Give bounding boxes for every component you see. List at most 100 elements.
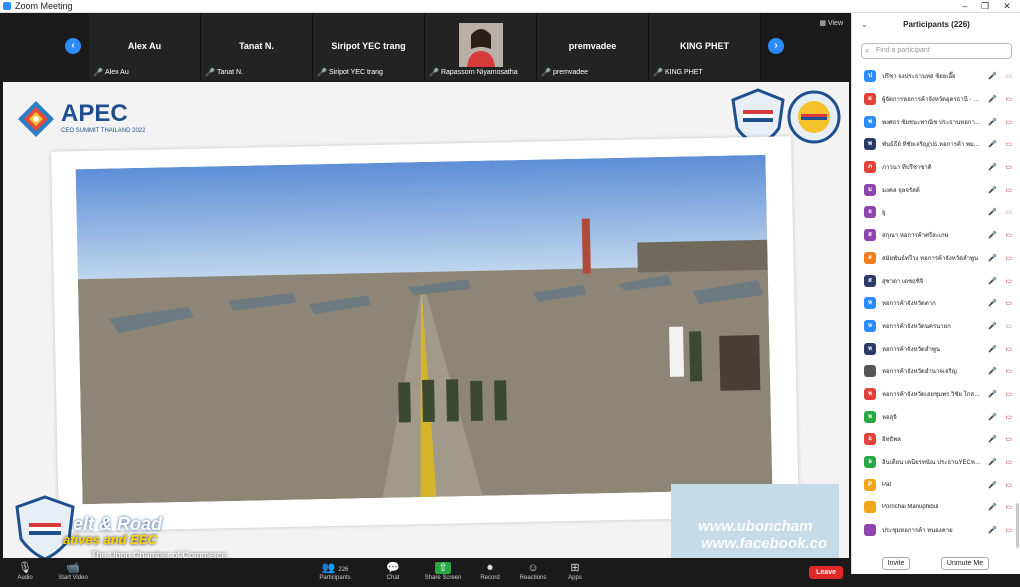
mic-muted-icon: 🎤 [988, 527, 997, 535]
participant-name: พันธ์ธีย์ ทิชัยเจริญ(ปธ.หอการค้า พม... [882, 142, 979, 149]
mic-muted-icon: 🎤 [988, 345, 997, 353]
tile-label-text: Alex Au [104, 69, 129, 76]
participant-name: สกุณา หอการค้าศรีสะเกษ [882, 233, 949, 240]
participant-row[interactable]: ป ปรีชา จงประธานหอ ช้อยเอี๊ย 🎤 ▭ [852, 65, 1020, 88]
apps-button[interactable]: ⊞ Apps [550, 561, 600, 581]
reactions-label: Reactions [519, 575, 547, 581]
unmute-me-button[interactable]: Unmute Me [941, 557, 989, 570]
video-tile[interactable]: 🎤 Rapassorn Niyamosatha [425, 13, 537, 80]
avatar: ผ [864, 93, 876, 106]
audio-button[interactable]: 🎙 Audio [0, 561, 50, 581]
participant-row[interactable]: พ พงศธร ชัยชนะพาณิช ประธานหอการ... 🎤 ▭ [852, 110, 1020, 133]
video-status-icon: ▭ [1005, 413, 1012, 421]
participant-name: หอการค้าจังหวัดเลยชุมพร วิชัย โกสมนิก [882, 391, 982, 398]
close-window-button[interactable]: ✕ [997, 0, 1017, 13]
participant-row[interactable]: ม มงคล จุลจรัสด์ 🎤 ▭ [852, 178, 1020, 201]
mic-muted-icon: 🎤 [205, 68, 215, 77]
video-status-icon: ▭ [1005, 254, 1012, 262]
video-tile[interactable]: Siripot YEC trang 🎤 Siripot YEC trang [313, 13, 425, 80]
mic-muted-icon: 🎤 [988, 481, 997, 489]
mic-muted-icon: 🎤 [988, 232, 997, 240]
video-status-icon: ▭ [1005, 141, 1012, 149]
participant-row[interactable]: ผ ผู้จัดการหอการค้าจังหวัดอุดรธานี - มิ..… [852, 88, 1020, 111]
mic-muted-icon: 🎤 [988, 277, 997, 285]
window-titlebar: Zoom Meeting – ❐ ✕ [0, 0, 1020, 13]
start-video-button[interactable]: 📹 Start Video [48, 561, 98, 581]
participant-search-input[interactable]: ⌕ Find a participant [861, 43, 1012, 59]
participant-row[interactable]: ส สกุณา หอการค้าศรีสะเกษ 🎤 ▭ [852, 224, 1020, 247]
tile-label: 🎤 Rapassorn Niyamosatha [429, 68, 518, 77]
facebook-watermark: www.facebook.co [701, 535, 828, 552]
apps-icon: ⊞ [570, 562, 580, 574]
participant-row[interactable]: พ พันธ์ธีย์ ทิชัยเจริญ(ปธ.หอการค้า พม... 🎤… [852, 133, 1020, 156]
participant-name: ประชุมหอการค้า หนองคาย [882, 528, 953, 535]
restore-button[interactable]: ❐ [975, 0, 995, 13]
tile-name: Alex Au [127, 41, 162, 51]
mic-muted-icon: 🎤 [653, 68, 663, 77]
avatar: ห [864, 319, 876, 332]
participant-row[interactable]: หอการค้าจังหวัดอำนาจเจริญ 🎤 ▭ [852, 360, 1020, 383]
mic-muted-icon: 🎤 [93, 68, 103, 77]
avatar: อ [864, 456, 876, 469]
participant-name: ผู้จัดการหอการค้าจังหวัดอุดรธานี - มิ... [882, 97, 982, 104]
strip-next-button[interactable]: › [768, 38, 784, 54]
avatar: ป [864, 70, 876, 83]
participant-row[interactable]: ส สุชาดา เดชฤชิจิ 🎤 ▭ [852, 269, 1020, 292]
tile-label: 🎤 premvadee [541, 68, 588, 77]
participant-name: Pat [882, 481, 892, 488]
search-icon: ⌕ [865, 46, 870, 55]
participant-row[interactable]: ประชุมหอการค้า หนองคาย 🎤 ▭ [852, 519, 1020, 542]
mic-muted-icon: 🎤 [988, 300, 997, 308]
participant-row[interactable]: ห หอสุจิ 🎤 ▭ [852, 405, 1020, 428]
video-tile[interactable]: premvadee 🎤 premvadee [537, 13, 649, 80]
window-title: Zoom Meeting [15, 1, 73, 11]
participant-row[interactable]: อ อินเตียน เคนียรทนัณ ประธานYECหอ... 🎤 ▭ [852, 451, 1020, 474]
participants-button[interactable]: 👥 226 Participants [310, 561, 360, 581]
mic-muted-icon: 🎤 [988, 209, 997, 217]
participant-row[interactable]: ห หอการค้าจังหวัดเลยชุมพร วิชัย โกสมนิก 🎤 ▭ [852, 383, 1020, 406]
participant-name: อินเตียน เคนียรทนัณ ประธานYECหอ... [882, 460, 982, 467]
video-status-icon: ▭ [1005, 164, 1012, 172]
tile-label-text: premvadee [552, 69, 588, 76]
share-screen-button[interactable]: ⇧ Share Screen [418, 561, 468, 581]
panel-footer: Invite Unmute Me [852, 554, 1020, 574]
view-button[interactable]: ▦ View [819, 19, 843, 27]
participant-row[interactable]: ห หอการค้าจังหวัดตาก 🎤 ▭ [852, 292, 1020, 315]
avatar [864, 501, 876, 514]
participant-row[interactable]: ส สมัยพันธ์ทวีวง หอการค้าจังหวัดลำพูน 🎤 ▭ [852, 247, 1020, 270]
camera-off-icon: 📹 [66, 562, 80, 574]
participant-row[interactable]: ห หอการค้าจังหวัดลำพูน 🎤 ▭ [852, 337, 1020, 360]
participant-row[interactable]: ภ ภาวนา ทีปรีชาชาติ 🎤 ▭ [852, 156, 1020, 179]
chat-button[interactable]: 💬 Chat [368, 561, 418, 581]
share-screen-icon: ⇧ [418, 561, 468, 575]
video-tile[interactable]: KING PHET 🎤 KING PHET [649, 13, 761, 80]
invite-button[interactable]: Invite [882, 557, 910, 570]
meeting-area: ‹ Alex Au 🎤 Alex Au Tanat N. 🎤 Tanat N. Si… [0, 13, 851, 587]
video-status-icon: ▭ [1005, 300, 1012, 308]
strip-prev-button[interactable]: ‹ [65, 38, 81, 54]
tile-label: 🎤 Alex Au [93, 68, 129, 77]
video-tile[interactable]: Alex Au 🎤 Alex Au [89, 13, 201, 80]
panel-scrollbar[interactable] [1016, 503, 1019, 548]
participant-video [459, 23, 503, 67]
start-video-label: Start Video [58, 575, 88, 581]
participant-row[interactable]: ห หอการค้าจังหวัดนครนายก 🎤 ▭ [852, 315, 1020, 338]
leave-button[interactable]: Leave [809, 566, 843, 579]
video-tile[interactable]: Tanat N. 🎤 Tanat N. [201, 13, 313, 80]
mic-muted-icon: 🎤 [317, 68, 327, 77]
participants-count: 226 [338, 567, 349, 573]
apec-logo-icon [18, 101, 54, 137]
participant-row[interactable]: P Pat 🎤 ▭ [852, 473, 1020, 496]
participants-label: Participants [319, 575, 351, 581]
minimize-button[interactable]: – [955, 0, 975, 13]
zoom-app-icon [3, 2, 11, 10]
apec-subtitle: CEO SUMMIT THAILAND 2022 [61, 128, 146, 134]
participant-row[interactable]: อ อิทธิพล 🎤 ▭ [852, 428, 1020, 451]
mic-muted-icon: 🎤 [988, 413, 997, 421]
video-status-icon: ▭ [1005, 209, 1012, 217]
mic-muted-icon: 🎤 [988, 459, 997, 467]
participant-row[interactable]: Pornchai Manuphibul 🎤 ▭ [852, 496, 1020, 519]
avatar: ส [864, 229, 876, 242]
mic-muted-icon: 🎤 [988, 118, 997, 126]
participant-row[interactable]: ย ยู 🎤 ▭ [852, 201, 1020, 224]
